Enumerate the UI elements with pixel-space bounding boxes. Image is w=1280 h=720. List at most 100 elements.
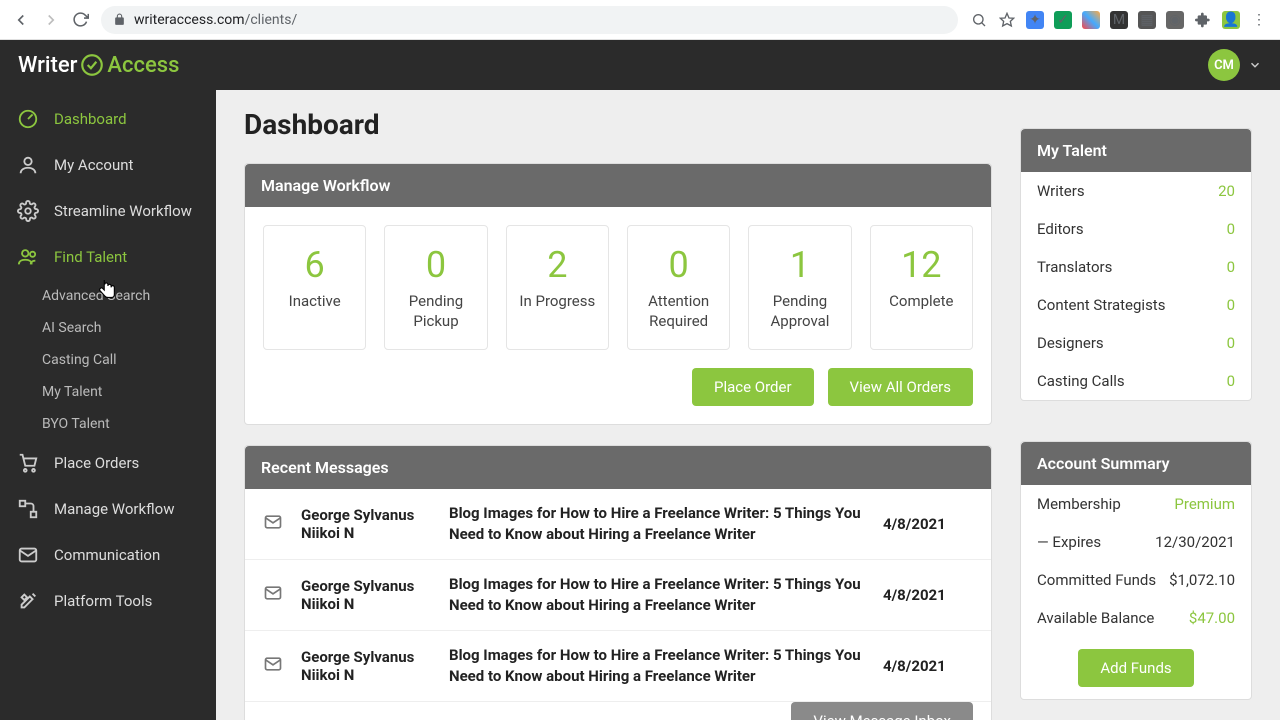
view-message-inbox-button[interactable]: View Message Inbox: [791, 702, 973, 720]
message-date: 4/8/2021: [883, 515, 973, 533]
extension-icon[interactable]: M: [1110, 11, 1128, 29]
chevron-down-icon: [1248, 58, 1262, 72]
chrome-toolbar-icons: ✦ ✓ M ▦ ◉ 👤 ⋮: [970, 11, 1268, 29]
stat-value: 0: [391, 244, 480, 286]
extension-icon[interactable]: ✓: [1054, 11, 1072, 29]
profile-chip[interactable]: 👤: [1222, 11, 1240, 29]
account-row: Committed Funds$1,072.10: [1021, 561, 1251, 599]
extension-icon[interactable]: ✦: [1026, 11, 1044, 29]
panel-header: Recent Messages: [245, 446, 991, 489]
talent-value: 0: [1227, 334, 1235, 352]
stat-label: In Progress: [513, 292, 602, 312]
sidebar-item-dashboard[interactable]: Dashboard: [0, 96, 216, 142]
zoom-icon[interactable]: [970, 11, 988, 29]
sidebar-item-platform-tools[interactable]: Platform Tools: [0, 578, 216, 624]
stat-value: 6: [270, 244, 359, 286]
place-order-button[interactable]: Place Order: [692, 368, 814, 406]
sidebar: Dashboard My Account Streamline Workflow…: [0, 40, 216, 720]
stat-box[interactable]: 6 Inactive: [263, 225, 366, 350]
browser-chrome: writeraccess.com/clients/ ✦ ✓ M ▦ ◉ 👤 ⋮: [0, 0, 1280, 40]
mail-icon: [263, 512, 283, 536]
talent-value: 0: [1227, 258, 1235, 276]
panel-header: Account Summary: [1021, 442, 1251, 485]
talent-row[interactable]: Designers 0: [1021, 324, 1251, 362]
stat-box[interactable]: 2In Progress: [506, 225, 609, 350]
message-from: George Sylvanus Niikoi N: [301, 577, 431, 613]
sidebar-sub-advanced-search[interactable]: Advanced Search: [0, 280, 216, 312]
gear-icon: [16, 200, 40, 222]
workflow-panel: Manage Workflow 6 Inactive 0 Pending Pickup…: [244, 163, 992, 425]
sidebar-item-communication[interactable]: Communication: [0, 532, 216, 578]
lock-icon: [113, 13, 126, 26]
reload-button[interactable]: [72, 11, 89, 28]
stat-box[interactable]: 1Pending Approval: [748, 225, 851, 350]
dashboard-icon: [16, 108, 40, 130]
sidebar-item-label: Manage Workflow: [54, 500, 174, 518]
message-date: 4/8/2021: [883, 586, 973, 604]
talent-row[interactable]: Writers20: [1021, 172, 1251, 210]
sidebar-item-manage-workflow[interactable]: Manage Workflow: [0, 486, 216, 532]
stat-label: Inactive: [270, 292, 359, 312]
stat-box[interactable]: 0Attention Required: [627, 225, 730, 350]
stat-label: Pending Pickup: [391, 292, 480, 331]
star-icon[interactable]: [998, 11, 1016, 29]
talent-label: Content Strategists: [1037, 296, 1165, 314]
message-row[interactable]: George Sylvanus Niikoi NBlog Images for …: [245, 489, 991, 560]
talent-row[interactable]: Content Strategists0: [1021, 286, 1251, 324]
talent-row[interactable]: Casting Calls0: [1021, 362, 1251, 400]
panel-header: Manage Workflow: [245, 164, 991, 207]
app-header: Writer Access CM: [0, 40, 1280, 90]
stat-value: 0: [634, 244, 723, 286]
users-icon: [16, 246, 40, 268]
view-all-orders-button[interactable]: View All Orders: [828, 368, 973, 406]
logo[interactable]: Writer Access: [18, 52, 179, 78]
stat-box[interactable]: 0 Pending Pickup: [384, 225, 487, 350]
stat-label: Complete: [877, 292, 966, 312]
sidebar-sub-byo-talent[interactable]: BYO Talent: [0, 408, 216, 440]
back-button[interactable]: [12, 11, 30, 29]
tools-icon: [16, 590, 40, 612]
avatar: CM: [1208, 49, 1240, 81]
extension-icon[interactable]: ◉: [1166, 11, 1184, 29]
sidebar-sub-casting-call[interactable]: Casting Call: [0, 344, 216, 376]
profile-menu[interactable]: CM: [1208, 49, 1262, 81]
message-subject: Blog Images for How to Hire a Freelance …: [449, 574, 865, 616]
message-from: George Sylvanus Niikoi N: [301, 648, 431, 684]
message-row[interactable]: George Sylvanus Niikoi NBlog Images for …: [245, 631, 991, 702]
sidebar-item-account[interactable]: My Account: [0, 142, 216, 188]
message-row[interactable]: George Sylvanus Niikoi N Blog Images for …: [245, 560, 991, 631]
sidebar-item-label: Streamline Workflow: [54, 202, 192, 220]
talent-label: Casting Calls: [1037, 372, 1125, 390]
message-from: George Sylvanus Niikoi N: [301, 506, 431, 542]
forward-button[interactable]: [42, 11, 60, 29]
sidebar-item-streamline[interactable]: Streamline Workflow: [0, 188, 216, 234]
sidebar-item-place-orders[interactable]: Place Orders: [0, 440, 216, 486]
talent-label: Designers: [1037, 334, 1104, 352]
mail-icon: [263, 654, 283, 678]
talent-row[interactable]: Translators0: [1021, 248, 1251, 286]
extension-icon[interactable]: [1082, 11, 1100, 29]
talent-row[interactable]: Editors0: [1021, 210, 1251, 248]
talent-panel: My Talent Writers20Editors0Translators0C…: [1020, 128, 1252, 401]
account-panel: Account Summary MembershipPremium — Expi…: [1020, 441, 1252, 700]
account-row: MembershipPremium: [1021, 485, 1251, 523]
sidebar-item-find-talent[interactable]: Find Talent: [0, 234, 216, 280]
sidebar-sub-ai-search[interactable]: AI Search: [0, 312, 216, 344]
sidebar-item-label: Find Talent: [54, 248, 127, 266]
stat-box[interactable]: 12Complete: [870, 225, 973, 350]
sidebar-sub-my-talent[interactable]: My Talent: [0, 376, 216, 408]
flow-icon: [16, 498, 40, 520]
message-date: 4/8/2021: [883, 657, 973, 675]
stat-label: Pending Approval: [755, 292, 844, 331]
extensions-icon[interactable]: [1194, 11, 1212, 29]
add-funds-button[interactable]: Add Funds: [1078, 649, 1193, 687]
mail-icon: [16, 544, 40, 566]
main-content: Dashboard Manage Workflow 6Inactive0Pend…: [216, 40, 1280, 720]
sidebar-item-label: Platform Tools: [54, 592, 152, 610]
user-icon: [16, 154, 40, 176]
talent-label: Editors: [1037, 220, 1084, 238]
menu-icon[interactable]: ⋮: [1250, 11, 1268, 29]
url-bar[interactable]: writeraccess.com/clients/: [101, 6, 958, 34]
talent-label: Writers: [1037, 182, 1085, 200]
extension-icon[interactable]: ▦: [1138, 11, 1156, 29]
